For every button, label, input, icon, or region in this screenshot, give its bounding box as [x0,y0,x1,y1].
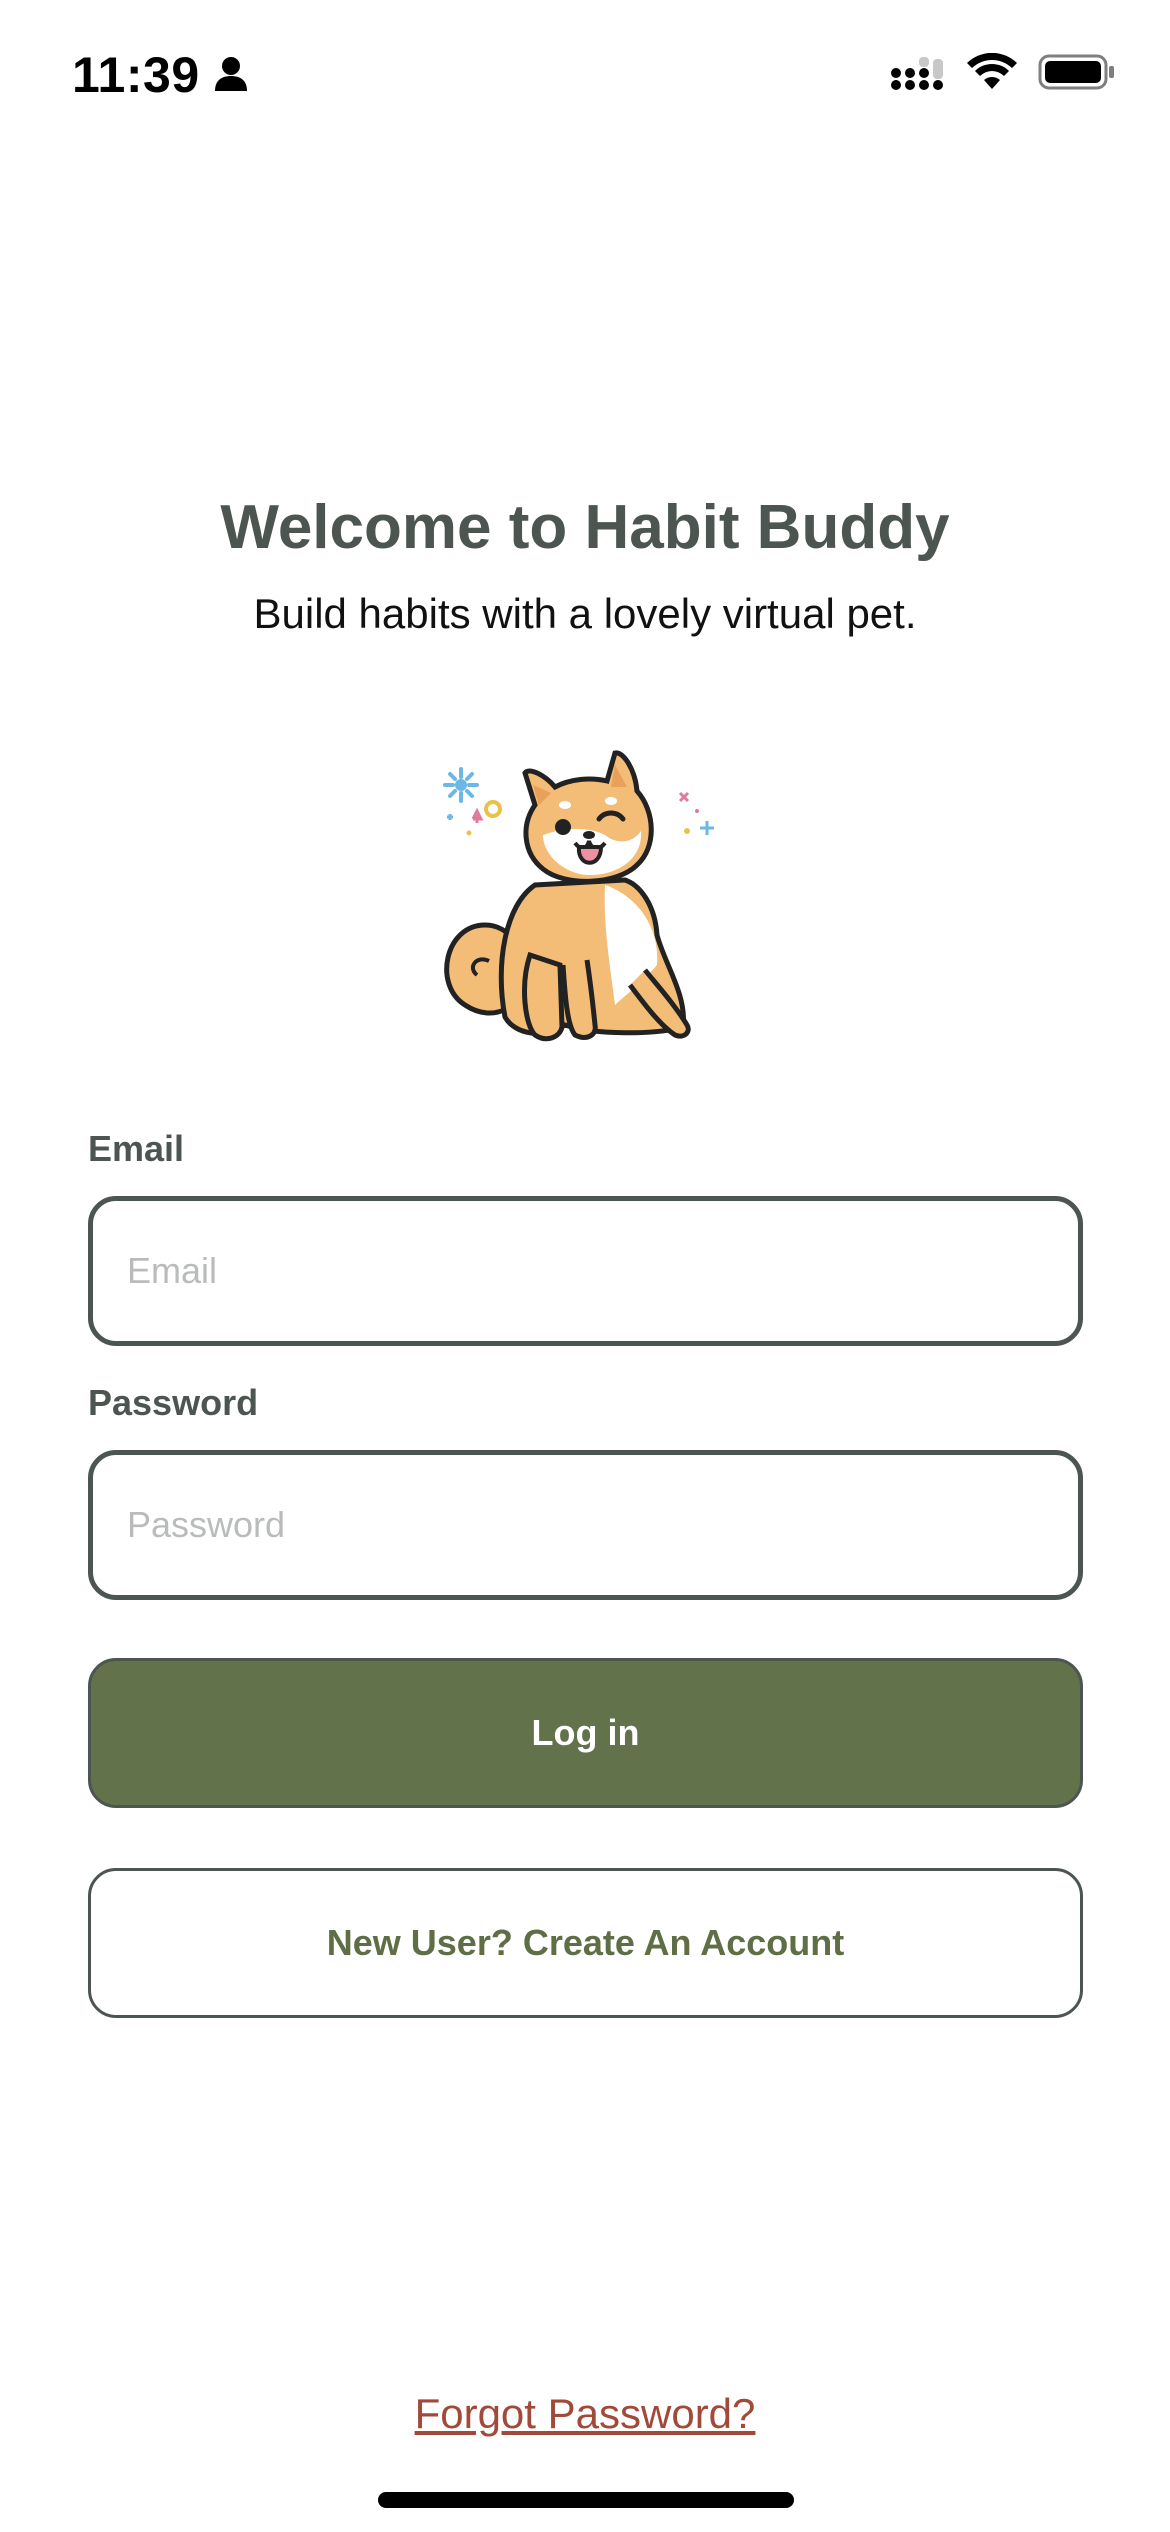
wifi-icon [966,52,1018,96]
page-subtitle: Build habits with a lovely virtual pet. [253,590,917,637]
password-input[interactable] [88,1450,1083,1600]
login-button[interactable]: Log in [88,1658,1083,1808]
password-label: Password [88,1382,259,1423]
status-time-wrapper: 11:39 [72,46,248,104]
status-time: 11:39 [72,47,200,103]
email-label: Email [88,1128,185,1169]
home-indicator[interactable] [378,2492,794,2508]
battery-icon [1038,52,1116,97]
status-bar: 11:39 [0,0,1170,150]
login-screen: 11:39 Welcome to Habit Buddy Build habit… [0,0,1170,2532]
create-account-button[interactable]: New User? Create An Account [88,1868,1083,2018]
create-account-button-label: New User? Create An Account [326,1922,845,1963]
status-icons [890,52,1116,97]
sparkle-left-icon [443,767,502,836]
forgot-password-link[interactable]: Forgot Password? [0,2390,1170,2438]
email-input[interactable] [88,1196,1083,1346]
login-button-label: Log in [531,1712,640,1753]
shiba-dog-mascot-icon [425,735,745,1055]
sparkle-right-icon [678,791,714,835]
page-title: Welcome to Habit Buddy [220,493,950,562]
person-icon [214,46,248,104]
cellular-signal-icon [890,53,946,96]
